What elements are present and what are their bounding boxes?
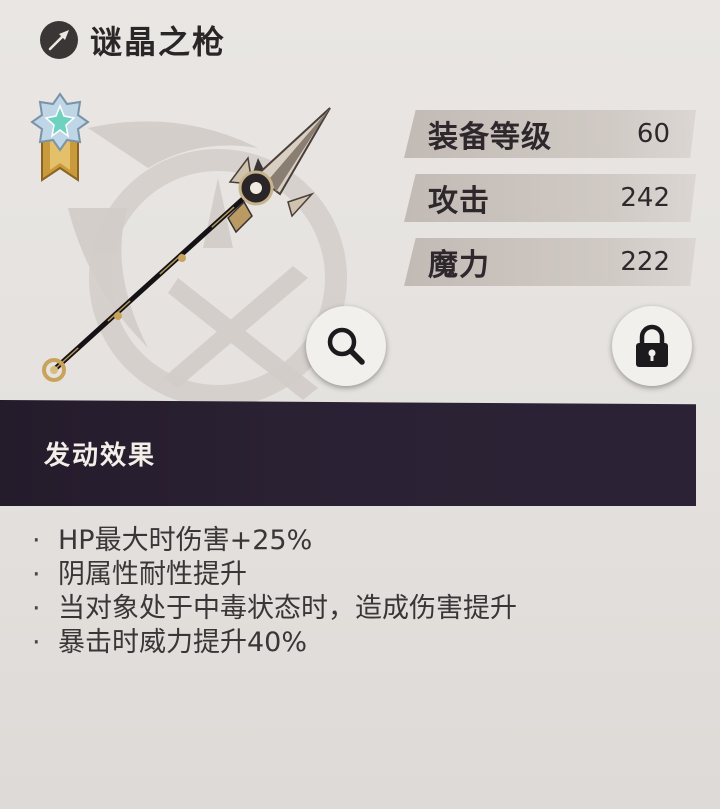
list-item: · 阴属性耐性提升 xyxy=(32,558,692,592)
bullet-icon: · xyxy=(32,627,41,658)
spear-illustration xyxy=(42,107,331,382)
item-name: 谜晶之枪 xyxy=(90,23,227,61)
stat-value: 222 xyxy=(620,247,670,277)
stat-row-magic: 魔力 222 xyxy=(404,238,696,286)
list-item: · 暴击时威力提升40% xyxy=(32,626,692,660)
effect-text: 阴属性耐性提升 xyxy=(58,559,247,590)
effect-section-title: 发动效果 xyxy=(44,440,157,471)
bullet-icon: · xyxy=(32,593,41,624)
stat-label: 魔力 xyxy=(428,248,490,283)
zoom-button[interactable] xyxy=(306,306,386,386)
stat-row-attack: 攻击 242 xyxy=(404,174,696,222)
spear-type-icon xyxy=(40,21,78,59)
effect-text: 当对象处于中毒状态时，造成伤害提升 xyxy=(58,593,517,624)
item-header: 谜晶之枪 xyxy=(40,14,226,66)
stats-panel: 装备等级 60 攻击 242 魔力 222 xyxy=(404,110,696,302)
stat-label: 装备等级 xyxy=(428,120,552,155)
stat-row-level: 装备等级 60 xyxy=(404,110,696,158)
effect-section-header: 发动效果 xyxy=(0,400,696,506)
bullet-icon: · xyxy=(32,559,41,590)
stat-value: 60 xyxy=(636,119,670,149)
lock-button[interactable] xyxy=(612,306,692,386)
bullet-icon: · xyxy=(32,525,41,556)
effect-list: · HP最大时伤害+25% · 阴属性耐性提升 · 当对象处于中毒状态时，造成伤害提升… xyxy=(32,524,692,660)
list-item: · HP最大时伤害+25% xyxy=(32,524,692,558)
list-item: · 当对象处于中毒状态时，造成伤害提升 xyxy=(32,592,692,626)
stat-label: 攻击 xyxy=(428,184,490,219)
magnifier-icon xyxy=(327,327,365,365)
effect-text: 暴击时威力提升40% xyxy=(58,627,308,658)
stat-value: 242 xyxy=(620,183,670,213)
lock-icon xyxy=(636,324,668,367)
effect-text: HP最大时伤害+25% xyxy=(58,525,313,556)
